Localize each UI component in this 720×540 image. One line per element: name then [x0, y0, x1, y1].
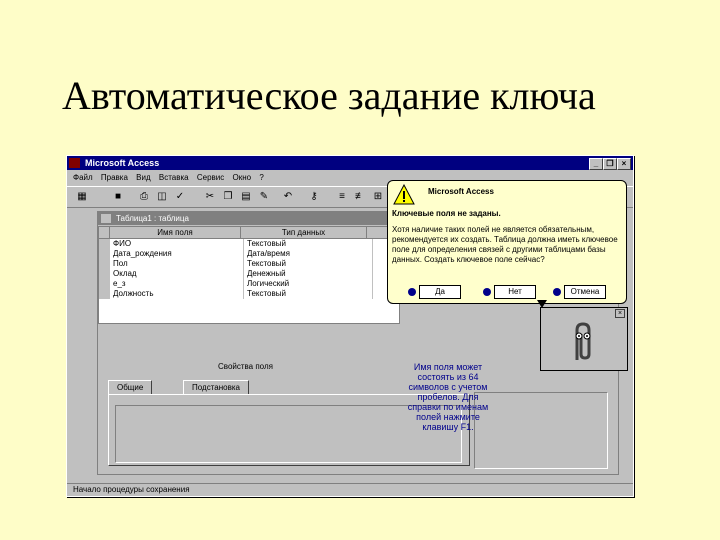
field-name-cell[interactable]: Пол [110, 259, 244, 269]
view-icon[interactable]: ▦ [75, 190, 89, 203]
field-name-cell[interactable]: Оклад [110, 269, 244, 279]
print-icon[interactable]: ⎙ [137, 190, 151, 203]
tab-lookup[interactable]: Подстановка [183, 380, 249, 395]
bullet-icon [483, 287, 491, 296]
dialog-title: Microsoft Access [428, 187, 494, 196]
delete-rows-icon[interactable]: ≢ [353, 190, 367, 203]
table-row[interactable]: Пол Текстовый [99, 259, 399, 269]
restore-button[interactable]: ❐ [603, 158, 617, 170]
assistant-balloon: Microsoft Access Ключевые поля не заданы… [387, 180, 627, 304]
field-name-cell[interactable]: Должность [110, 289, 244, 299]
slide-title: Автоматическое задание ключа [62, 73, 596, 118]
data-type-cell[interactable]: Логический [244, 279, 373, 289]
table-row[interactable]: Должность Текстовый [99, 289, 399, 299]
table-row[interactable]: Дата_рождения Дата/время [99, 249, 399, 259]
undo-icon[interactable]: ↶ [281, 190, 295, 203]
data-type-cell[interactable]: Дата/время [244, 249, 373, 259]
copy-icon[interactable]: ❐ [221, 190, 235, 203]
data-type-cell[interactable]: Текстовый [244, 259, 373, 269]
dialog-message: Хотя наличие таких полей не является обя… [392, 225, 618, 264]
menu-insert[interactable]: Вставка [159, 173, 189, 182]
assistant-close-icon[interactable]: × [615, 309, 625, 318]
spell-icon[interactable]: ✓ [173, 190, 187, 203]
paperclip-icon [575, 322, 591, 360]
column-header-field-name: Имя поля [110, 227, 241, 238]
warning-icon [393, 184, 415, 205]
bullet-icon [553, 287, 561, 296]
row-selector-header [99, 227, 110, 238]
cancel-button[interactable]: Отмена [553, 285, 606, 299]
table-row[interactable]: е_з Логический [99, 279, 399, 289]
menu-view[interactable]: Вид [136, 173, 150, 182]
preview-icon[interactable]: ◫ [155, 190, 169, 203]
table-icon [101, 214, 111, 223]
window-title: Microsoft Access [85, 158, 160, 168]
tab-general[interactable]: Общие [108, 380, 153, 395]
menu-edit[interactable]: Правка [101, 173, 128, 182]
menu-tools[interactable]: Сервис [197, 173, 224, 182]
menu-window[interactable]: Окно [233, 173, 252, 182]
save-icon[interactable]: ■ [111, 190, 125, 203]
field-name-cell[interactable]: е_з [110, 279, 244, 289]
no-button[interactable]: Нет [483, 285, 536, 299]
table-row[interactable]: Оклад Денежный [99, 269, 399, 279]
menu-help[interactable]: ? [259, 173, 263, 182]
minimize-button[interactable]: _ [589, 158, 603, 170]
column-header-data-type: Тип данных [241, 227, 367, 238]
build-icon[interactable]: ⊞ [371, 190, 385, 203]
status-bar: Начало процедуры сохранения [67, 483, 633, 496]
grid-header: Имя поля Тип данных [99, 227, 399, 239]
field-grid: Имя поля Тип данных ФИО Текстовый Дата_ро… [98, 226, 400, 324]
dialog-heading: Ключевые поля не заданы. [392, 209, 501, 218]
access-app-icon [69, 158, 80, 168]
cut-icon[interactable]: ✂ [203, 190, 217, 203]
bullet-icon [408, 287, 416, 296]
table-row[interactable]: ФИО Текстовый [99, 239, 399, 249]
office-assistant[interactable]: × [540, 307, 628, 371]
yes-button[interactable]: Да [408, 285, 461, 299]
insert-rows-icon[interactable]: ≡ [335, 190, 349, 203]
field-help-text: Имя поля может состоять из 64 символов с… [407, 362, 489, 432]
field-name-cell[interactable]: Дата_рождения [110, 249, 244, 259]
close-button[interactable]: × [617, 158, 631, 170]
paste-icon[interactable]: ▤ [239, 190, 253, 203]
format-painter-icon[interactable]: ✎ [257, 190, 271, 203]
menu-file[interactable]: Файл [73, 173, 93, 182]
data-type-cell[interactable]: Текстовый [244, 239, 373, 249]
key-icon[interactable]: ⚷ [307, 190, 321, 203]
title-bar: Microsoft Access _ ❐ × [67, 156, 633, 170]
field-properties-header: Свойства поля [218, 362, 273, 371]
field-name-cell[interactable]: ФИО [110, 239, 244, 249]
data-type-cell[interactable]: Денежный [244, 269, 373, 279]
data-type-cell[interactable]: Текстовый [244, 289, 373, 299]
